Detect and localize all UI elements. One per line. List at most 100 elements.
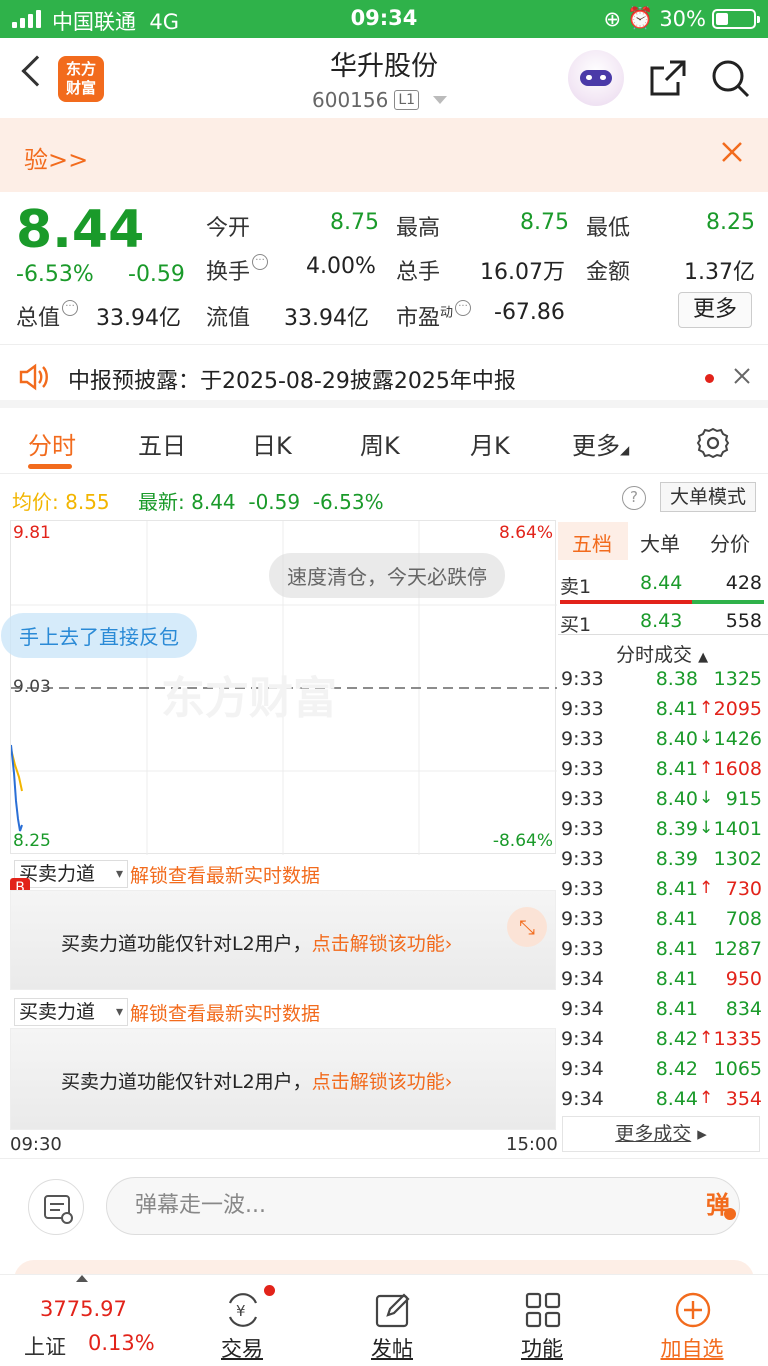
- trade-row: 9:34 8.41 834: [558, 998, 768, 1028]
- l2-locked-panel[interactable]: 买卖力道功能仅针对L2用户，点击解锁该功能› ⤡: [10, 890, 556, 990]
- trade-time: 9:34: [561, 968, 604, 990]
- assistant-robot-icon[interactable]: [568, 50, 624, 106]
- trade-time: 9:33: [561, 878, 604, 900]
- tab-intraday[interactable]: 分时: [28, 426, 76, 461]
- float-label: 流值: [206, 306, 251, 331]
- pct-axis-top: 8.64%: [498, 523, 553, 543]
- trade-price: 8.41: [655, 878, 698, 900]
- more-trades-button[interactable]: 更多成交 ▸: [562, 1116, 760, 1152]
- y-axis-top: 9.81: [13, 523, 51, 543]
- current-price: 8.44: [16, 200, 145, 260]
- amount-label: 金额: [586, 260, 631, 285]
- battery-percent: 30%: [659, 6, 706, 31]
- trade-volume: 730: [725, 878, 762, 900]
- search-icon[interactable]: [710, 58, 752, 100]
- l2-locked-panel[interactable]: 买卖力道功能仅针对L2用户，点击解锁该功能›: [10, 1028, 556, 1130]
- pe-label: 市盈动 ···: [396, 300, 472, 332]
- trade-price: 8.40: [655, 728, 698, 750]
- indicator-select[interactable]: 买卖力道: [14, 860, 128, 888]
- unlock-link[interactable]: 解锁查看最新实时数据: [130, 861, 320, 888]
- l2-notice: 买卖力道功能仅针对L2用户，点击解锁该功能›: [61, 1071, 453, 1093]
- trade-time: 9:34: [561, 1088, 604, 1110]
- time-axis-start: 09:30: [10, 1134, 62, 1155]
- info-icon[interactable]: ···: [455, 300, 472, 316]
- app-header: 东方 财富 华升股份 600156 L1: [0, 38, 768, 118]
- tab-monthly-k[interactable]: 月K: [470, 426, 510, 461]
- settings-gear-icon[interactable]: [696, 426, 730, 460]
- more-button[interactable]: 更多: [678, 292, 752, 328]
- share-icon[interactable]: [648, 58, 688, 98]
- time-axis-end: 15:00: [506, 1134, 558, 1155]
- promo-banner[interactable]: 验>>: [0, 118, 768, 192]
- announcement-text[interactable]: 中报预披露：于2025-08-29披露2025年中报: [68, 363, 516, 395]
- svg-text:¥: ¥: [236, 1302, 246, 1320]
- indicator-select[interactable]: 买卖力道: [14, 998, 128, 1026]
- info-icon[interactable]: ···: [62, 300, 79, 316]
- danmu-input[interactable]: 弹幕走一波...: [106, 1177, 740, 1235]
- tab-daily-k[interactable]: 日K: [252, 426, 292, 461]
- trade-price: 8.41: [655, 938, 698, 960]
- sell-level-1: 卖1 8.44 428: [560, 572, 762, 598]
- stock-code-selector[interactable]: 600156 L1: [312, 88, 448, 112]
- trade-row: 9:33 8.40 ↓ 915: [558, 788, 768, 818]
- low-value: 8.25: [706, 210, 755, 235]
- expand-icon[interactable]: ⤡: [507, 907, 547, 947]
- open-label: 今开: [206, 216, 251, 241]
- announcement-bar[interactable]: 中报预披露：于2025-08-29披露2025年中报: [0, 344, 768, 408]
- trade-direction-icon: ↓: [699, 728, 714, 748]
- amount-value: 1.37亿: [684, 260, 755, 285]
- chevron-down-icon: [433, 96, 448, 104]
- trade-price: 8.41: [655, 968, 698, 990]
- speaker-icon: [19, 363, 48, 391]
- trade-time: 9:33: [561, 848, 604, 870]
- help-icon[interactable]: ?: [622, 486, 646, 510]
- trade-row: 9:33 8.41 ↑ 730: [558, 878, 768, 908]
- trade-volume: 915: [725, 788, 762, 810]
- bottom-bar: 3775.97 上证 0.13% ¥ 交易 发帖 功能 加自选: [0, 1250, 768, 1366]
- trades-title: 分时成交 ▲: [616, 644, 709, 666]
- trade-row: 9:34 8.42 ↑ 1335: [558, 1028, 768, 1058]
- trade-time: 9:33: [561, 758, 604, 780]
- info-icon[interactable]: ···: [252, 254, 269, 270]
- tab-five-levels[interactable]: 五档: [572, 528, 612, 557]
- trade-direction-icon: ↑: [699, 878, 714, 898]
- volume-value: 16.07万: [480, 260, 565, 285]
- danmu-toggle-button[interactable]: 弹: [706, 1185, 736, 1220]
- trade-volume: 354: [725, 1088, 762, 1110]
- big-order-mode-button[interactable]: 大单模式: [660, 482, 756, 512]
- tab-price-dist[interactable]: 分价: [710, 528, 750, 557]
- tab-more[interactable]: 更多◢: [572, 426, 629, 461]
- trade-price: 8.44: [655, 1088, 698, 1110]
- comment-settings-icon[interactable]: [28, 1179, 84, 1235]
- trade-price: 8.39: [655, 818, 698, 840]
- unlock-link[interactable]: 解锁查看最新实时数据: [130, 999, 320, 1026]
- intraday-chart[interactable]: 东方财富 9.81 8.64% 9.03 8.25 -8.64% 速度清仓，今天…: [1, 520, 557, 855]
- trade-time: 9:33: [561, 938, 604, 960]
- promo-banner-text[interactable]: 验>>: [24, 140, 88, 175]
- tab-weekly-k[interactable]: 周K: [360, 426, 400, 461]
- edit-icon: [375, 1293, 410, 1328]
- trade-direction-icon: ↑: [699, 698, 714, 718]
- trade-volume: 1302: [713, 848, 762, 870]
- close-icon[interactable]: [720, 140, 744, 164]
- mktcap-label: 总值 ···: [16, 300, 79, 332]
- tab-big-orders[interactable]: 大单: [640, 528, 680, 557]
- trade-time: 9:33: [561, 668, 604, 690]
- trade-row: 9:33 8.41 ↑ 2095: [558, 698, 768, 728]
- trade-row: 9:33 8.38 1325: [558, 668, 768, 698]
- tab-five-day[interactable]: 五日: [138, 426, 186, 461]
- close-icon[interactable]: [733, 367, 751, 385]
- trade-volume: 708: [725, 908, 762, 930]
- trade-price: 8.42: [655, 1028, 698, 1050]
- trade-time: 9:33: [561, 788, 604, 810]
- chart-tabs: 分时 五日 日K 周K 月K 更多◢: [0, 408, 768, 474]
- trade-volume: 1608: [713, 758, 762, 780]
- trade-volume: 834: [725, 998, 762, 1020]
- trade-time: 9:33: [561, 908, 604, 930]
- change-amount: -0.59: [128, 262, 185, 287]
- trade-price: 8.41: [655, 998, 698, 1020]
- unread-dot: [705, 374, 714, 383]
- watermark: 东方财富: [161, 673, 337, 724]
- trade-row: 9:34 8.42 1065: [558, 1058, 768, 1088]
- trade-row: 9:33 8.41 ↑ 1608: [558, 758, 768, 788]
